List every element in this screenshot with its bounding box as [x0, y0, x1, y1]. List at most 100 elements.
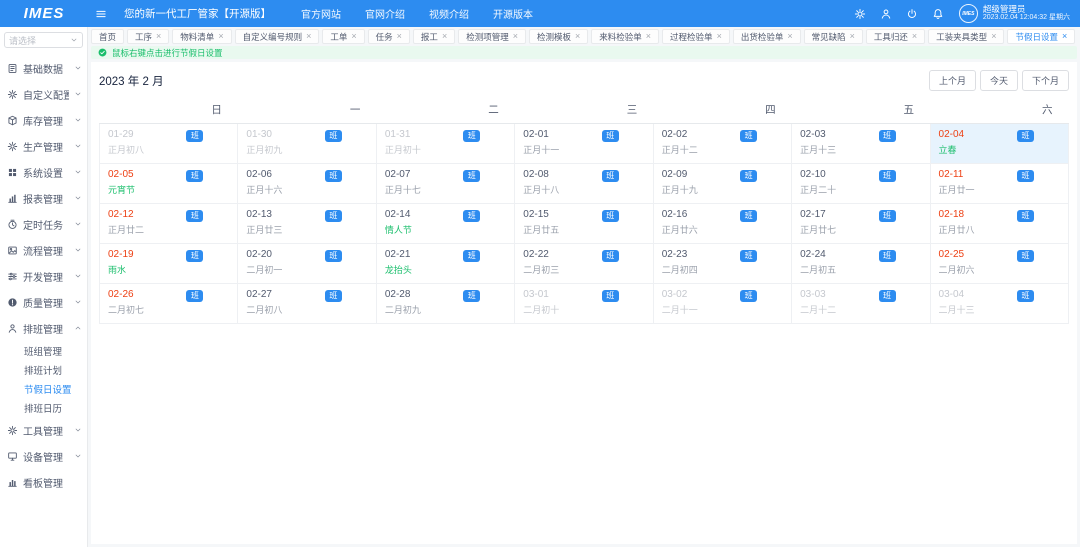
- hamburger-icon[interactable]: [95, 8, 107, 20]
- topbar-link-2[interactable]: 视频介绍: [429, 6, 469, 21]
- sidebar-item-11[interactable]: 工具管理: [0, 417, 87, 443]
- calendar-cell-02-16[interactable]: 02-16正月廿六班: [653, 204, 791, 244]
- calendar-cell-02-20[interactable]: 02-20二月初一班: [238, 244, 376, 284]
- work-shift-badge[interactable]: 班: [1017, 290, 1034, 302]
- work-shift-badge[interactable]: 班: [879, 210, 896, 222]
- calendar-cell-02-05[interactable]: 02-05元宵节班: [100, 164, 238, 204]
- tab-3[interactable]: 自定义编号规则×: [235, 29, 320, 44]
- sidebar-subitem-10-0[interactable]: 班组管理: [0, 341, 87, 360]
- sidebar-item-5[interactable]: 报表管理: [0, 185, 87, 211]
- calendar-cell-01-31[interactable]: 01-31正月初十班: [376, 124, 514, 164]
- calendar-cell-02-10[interactable]: 02-10正月二十班: [792, 164, 930, 204]
- work-shift-badge[interactable]: 班: [1017, 250, 1034, 262]
- close-icon[interactable]: ×: [156, 32, 161, 41]
- power-icon[interactable]: [906, 8, 918, 20]
- work-shift-badge[interactable]: 班: [325, 170, 342, 182]
- work-shift-badge[interactable]: 班: [602, 130, 619, 142]
- tab-9[interactable]: 来料检验单×: [591, 29, 659, 44]
- close-icon[interactable]: ×: [397, 32, 402, 41]
- sidebar-subitem-10-2[interactable]: 节假日设置: [0, 379, 87, 398]
- calendar-cell-02-24[interactable]: 02-24二月初五班: [792, 244, 930, 284]
- calendar-nav-button-1[interactable]: 今天: [980, 70, 1018, 91]
- calendar-cell-03-03[interactable]: 03-03二月十二班: [792, 284, 930, 324]
- work-shift-badge[interactable]: 班: [325, 290, 342, 302]
- work-shift-badge[interactable]: 班: [325, 130, 342, 142]
- work-shift-badge[interactable]: 班: [186, 170, 203, 182]
- calendar-cell-02-13[interactable]: 02-13正月廿三班: [238, 204, 376, 244]
- work-shift-badge[interactable]: 班: [186, 130, 203, 142]
- work-shift-badge[interactable]: 班: [186, 290, 203, 302]
- work-shift-badge[interactable]: 班: [602, 210, 619, 222]
- user-icon[interactable]: [880, 8, 892, 20]
- work-shift-badge[interactable]: 班: [602, 290, 619, 302]
- calendar-cell-03-01[interactable]: 03-01二月初十班: [515, 284, 653, 324]
- work-shift-badge[interactable]: 班: [879, 170, 896, 182]
- tab-14[interactable]: 工装夹具类型×: [928, 29, 1004, 44]
- sidebar-item-8[interactable]: 开发管理: [0, 263, 87, 289]
- calendar-cell-02-22[interactable]: 02-22二月初三班: [515, 244, 653, 284]
- work-shift-badge[interactable]: 班: [1017, 170, 1034, 182]
- topbar-link-3[interactable]: 开源版本: [493, 6, 533, 21]
- calendar-nav-button-2[interactable]: 下个月: [1022, 70, 1069, 91]
- tab-5[interactable]: 任务×: [368, 29, 410, 44]
- calendar-cell-03-04[interactable]: 03-04二月十三班: [930, 284, 1068, 324]
- work-shift-badge[interactable]: 班: [602, 170, 619, 182]
- close-icon[interactable]: ×: [351, 32, 356, 41]
- calendar-cell-02-01[interactable]: 02-01正月十一班: [515, 124, 653, 164]
- close-icon[interactable]: ×: [442, 32, 447, 41]
- close-icon[interactable]: ×: [787, 32, 792, 41]
- tab-2[interactable]: 物料清单×: [172, 29, 231, 44]
- calendar-cell-02-14[interactable]: 02-14情人节班: [376, 204, 514, 244]
- close-icon[interactable]: ×: [218, 32, 223, 41]
- work-shift-badge[interactable]: 班: [463, 290, 480, 302]
- close-icon[interactable]: ×: [575, 32, 580, 41]
- work-shift-badge[interactable]: 班: [740, 290, 757, 302]
- topbar-link-1[interactable]: 官网介绍: [365, 6, 405, 21]
- calendar-cell-02-09[interactable]: 02-09正月十九班: [653, 164, 791, 204]
- work-shift-badge[interactable]: 班: [879, 130, 896, 142]
- work-shift-badge[interactable]: 班: [186, 250, 203, 262]
- sidebar-item-3[interactable]: 生产管理: [0, 133, 87, 159]
- calendar-cell-02-17[interactable]: 02-17正月廿七班: [792, 204, 930, 244]
- work-shift-badge[interactable]: 班: [740, 170, 757, 182]
- tab-7[interactable]: 检测项管理×: [458, 29, 526, 44]
- work-shift-badge[interactable]: 班: [1017, 210, 1034, 222]
- avatar[interactable]: IMES: [959, 4, 978, 23]
- tab-12[interactable]: 常见缺陷×: [804, 29, 863, 44]
- sidebar-item-13[interactable]: 看板管理: [0, 469, 87, 495]
- tab-4[interactable]: 工单×: [322, 29, 364, 44]
- work-shift-badge[interactable]: 班: [463, 250, 480, 262]
- calendar-cell-02-02[interactable]: 02-02正月十二班: [653, 124, 791, 164]
- work-shift-badge[interactable]: 班: [186, 210, 203, 222]
- calendar-cell-01-30[interactable]: 01-30正月初九班: [238, 124, 376, 164]
- calendar-cell-02-26[interactable]: 02-26二月初七班: [100, 284, 238, 324]
- tab-1[interactable]: 工序×: [127, 29, 169, 44]
- calendar-cell-02-07[interactable]: 02-07正月十七班: [376, 164, 514, 204]
- calendar-cell-02-03[interactable]: 02-03正月十三班: [792, 124, 930, 164]
- calendar-cell-02-04[interactable]: 02-04立春班: [930, 124, 1068, 164]
- gear-icon[interactable]: [854, 8, 866, 20]
- tab-15[interactable]: 节假日设置×: [1007, 29, 1075, 44]
- calendar-cell-02-19[interactable]: 02-19雨水班: [100, 244, 238, 284]
- sidebar-item-12[interactable]: 设备管理: [0, 443, 87, 469]
- close-icon[interactable]: ×: [1062, 32, 1067, 41]
- work-shift-badge[interactable]: 班: [463, 170, 480, 182]
- sidebar-item-4[interactable]: 系统设置: [0, 159, 87, 185]
- calendar-cell-01-29[interactable]: 01-29正月初八班: [100, 124, 238, 164]
- topbar-link-0[interactable]: 官方网站: [301, 6, 341, 21]
- calendar-cell-02-06[interactable]: 02-06正月十六班: [238, 164, 376, 204]
- tab-8[interactable]: 检测模板×: [529, 29, 588, 44]
- calendar-nav-button-0[interactable]: 上个月: [929, 70, 976, 91]
- close-icon[interactable]: ×: [912, 32, 917, 41]
- work-shift-badge[interactable]: 班: [740, 210, 757, 222]
- work-shift-badge[interactable]: 班: [325, 210, 342, 222]
- calendar-cell-02-27[interactable]: 02-27二月初八班: [238, 284, 376, 324]
- close-icon[interactable]: ×: [513, 32, 518, 41]
- calendar-cell-02-25[interactable]: 02-25二月初六班: [930, 244, 1068, 284]
- tab-11[interactable]: 出货检验单×: [733, 29, 801, 44]
- sidebar-subitem-10-1[interactable]: 排班计划: [0, 360, 87, 379]
- calendar-cell-02-23[interactable]: 02-23二月初四班: [653, 244, 791, 284]
- sidebar-subitem-10-3[interactable]: 排班日历: [0, 398, 87, 417]
- close-icon[interactable]: ×: [717, 32, 722, 41]
- sidebar-item-6[interactable]: 定时任务: [0, 211, 87, 237]
